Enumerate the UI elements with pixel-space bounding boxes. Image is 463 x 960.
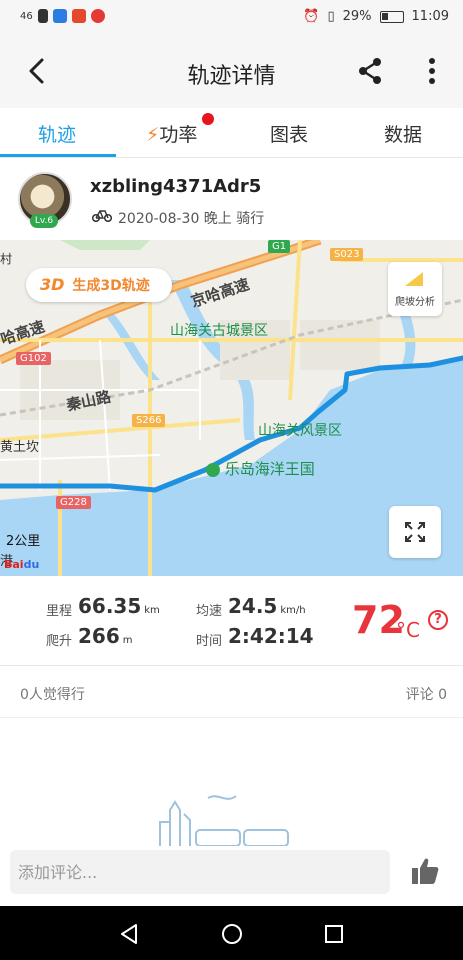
vibrate-icon: ▯ bbox=[327, 9, 335, 24]
climb-value: 266 m bbox=[78, 624, 133, 648]
battery-icon bbox=[379, 10, 404, 23]
comment-bar bbox=[0, 846, 463, 906]
generate-3d-track-button[interactable]: 3D 生成3D轨迹 bbox=[26, 268, 172, 302]
tab-track[interactable]: 轨迹 bbox=[38, 120, 76, 147]
time-value: 2:42:14 bbox=[228, 624, 314, 648]
generate-3d-label: 生成3D轨迹 bbox=[72, 278, 150, 294]
road-tag: S266 bbox=[132, 414, 166, 427]
3d-icon: 3D bbox=[40, 275, 65, 294]
ride-date: 2020-08-30 晚上 骑行 bbox=[118, 211, 265, 227]
baidu-logo: Baidu bbox=[4, 558, 40, 571]
app-icon bbox=[37, 9, 48, 23]
distance-label: 里程 bbox=[46, 604, 73, 619]
slope-analysis-button[interactable]: 爬坡分析 bbox=[388, 262, 442, 316]
map-label: 山海关风景区 bbox=[258, 423, 342, 439]
ride-stats: 里程 66.35 km 爬升 266 m 均速 24.5 km/h 时间 2:42:1… bbox=[0, 576, 463, 666]
comments-count[interactable]: 评论 0 bbox=[406, 684, 447, 704]
slope-icon bbox=[405, 272, 423, 286]
nav-home-icon[interactable] bbox=[220, 922, 244, 946]
share-icon[interactable] bbox=[355, 56, 385, 86]
notification-badge bbox=[202, 113, 214, 125]
road-tag: G1 bbox=[268, 240, 291, 253]
nav-recents-icon[interactable] bbox=[322, 922, 346, 946]
map-label-text: 乐岛海洋王国 bbox=[224, 460, 315, 478]
page-title: 轨迹详情 bbox=[187, 64, 276, 89]
app-icon bbox=[71, 9, 86, 23]
username[interactable]: xzbling4371Adr5 bbox=[90, 176, 261, 197]
map-label: 乐岛海洋王国 bbox=[206, 458, 315, 479]
alarm-icon: ⏰ bbox=[303, 9, 320, 24]
distance-value: 66.35 km bbox=[78, 594, 160, 618]
clock: 11:09 bbox=[411, 9, 449, 24]
more-options-icon[interactable] bbox=[420, 56, 444, 86]
map-scale: 2公里 bbox=[6, 534, 41, 549]
bicycle-icon bbox=[92, 210, 112, 222]
road-tag: G228 bbox=[56, 496, 91, 509]
system-navigation-bar bbox=[0, 906, 463, 960]
map-label: 山海关古城景区 bbox=[170, 323, 268, 339]
temperature-unit: °C bbox=[396, 618, 420, 642]
climb-label: 爬升 bbox=[46, 634, 73, 649]
speed-label: 均速 bbox=[196, 604, 223, 619]
road-tag: S023 bbox=[330, 248, 364, 261]
comment-input[interactable] bbox=[10, 850, 390, 894]
tab-charts[interactable]: 图表 bbox=[270, 120, 308, 147]
speed-value: 24.5 km/h bbox=[228, 594, 306, 618]
social-row: 0人觉得行 评论 0 bbox=[0, 666, 463, 718]
status-bar: 46 ⏰ ▯ 29% 11:09 bbox=[0, 0, 463, 36]
tab-data[interactable]: 数据 bbox=[384, 120, 422, 147]
app-icon bbox=[52, 9, 67, 23]
likes-count[interactable]: 0人觉得行 bbox=[20, 684, 85, 704]
slope-label: 爬坡分析 bbox=[395, 297, 435, 308]
park-icon bbox=[206, 462, 220, 477]
tab-active-indicator bbox=[0, 154, 116, 157]
time-label: 时间 bbox=[196, 634, 223, 649]
lightning-icon: ⚡ bbox=[146, 124, 160, 146]
route-map[interactable]: 村 京哈高速 哈高速 山海关古城景区 秦山路 山海关风景区 乐岛海洋王国 黄土坎… bbox=[0, 240, 463, 576]
fullscreen-button[interactable] bbox=[389, 506, 441, 558]
empty-comments-illustration bbox=[159, 795, 289, 846]
tab-power-label: 功率 bbox=[159, 124, 198, 146]
map-label: 黄土坎 bbox=[0, 440, 40, 455]
help-icon[interactable]: ? bbox=[428, 610, 448, 630]
nav-back-icon[interactable] bbox=[118, 922, 142, 946]
tab-power[interactable]: ⚡功率 bbox=[146, 120, 197, 147]
road-tag: G102 bbox=[16, 352, 51, 365]
battery-percent: 29% bbox=[342, 9, 372, 24]
tab-bar: 轨迹 ⚡功率 图表 数据 bbox=[0, 108, 463, 158]
app-bar: 轨迹详情 bbox=[0, 36, 463, 108]
signal-indicator: 46 bbox=[20, 10, 33, 22]
map-label: 村 bbox=[0, 252, 13, 266]
user-header: Lv.6 xzbling4371Adr5 2020-08-30 晚上 骑行 bbox=[0, 158, 463, 240]
expand-icon bbox=[405, 522, 425, 542]
level-badge: Lv.6 bbox=[30, 214, 58, 228]
thumbs-up-icon[interactable] bbox=[410, 856, 440, 886]
app-icon bbox=[90, 9, 105, 23]
